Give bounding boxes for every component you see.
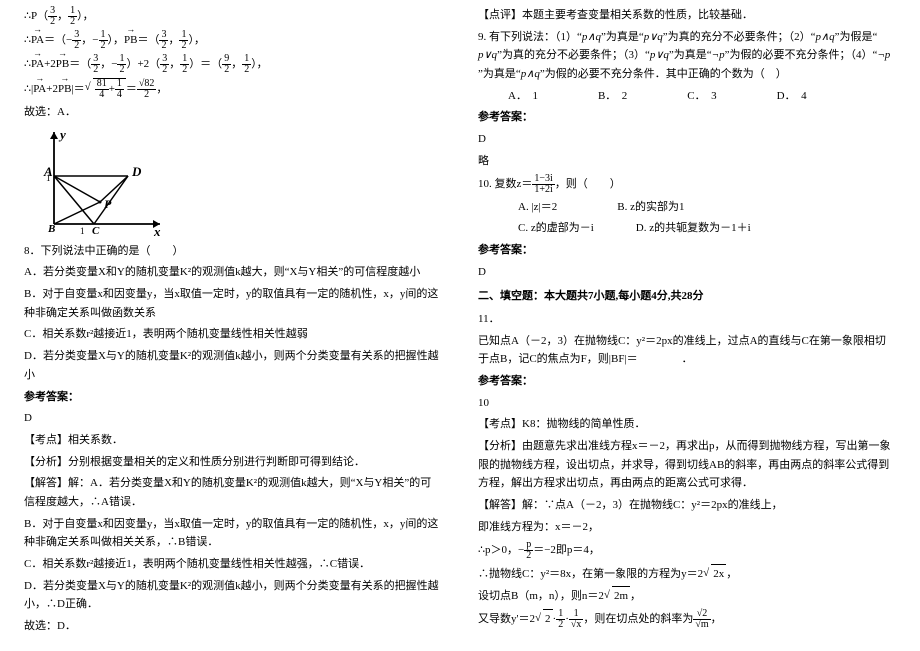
q8-stem: 8．下列说法中正确的是（ ） (24, 242, 442, 261)
q8-fenxi: 【分析】分别根据变量相关的定义和性质分别进行判断即可得到结论． (24, 453, 442, 472)
q9-opt-a: A． 1 (508, 87, 538, 106)
q8-jieda-b: B．对于自变量x和因变量y，当x取值一定时，y的取值具有一定的随机性，x，y间的… (24, 515, 442, 552)
q8-kaodian: 【考点】相关系数． (24, 431, 442, 450)
q8-answer: D (24, 409, 442, 428)
label-1-bottom: 1 (80, 226, 85, 236)
label-y: y (58, 127, 66, 142)
q10-answer-label: 参考答案： (478, 241, 896, 260)
q10-opt-d: D. z的共轭复数为－1＋i (636, 219, 751, 238)
q11-jieda-5: 设切点B（m，n），则n＝2√2m， (478, 586, 896, 606)
q8-jieda-d: D．若分类变量X与Y的随机变量K²的观测值k越小，则两个分类变量有关系的把握性越… (24, 577, 442, 614)
q8-option-d: D．若分类变量X与Y的随机变量K²的观测值k越小，则两个分类变量有关系的把握性越… (24, 347, 442, 384)
q11-jieda-4: ∴抛物线C：y²＝8x，在第一象限的方程为y＝2√2x， (478, 564, 896, 584)
q10-options-row1: A. |z|＝2 B. z的实部为1 (478, 198, 896, 217)
q11-number: 11． (478, 310, 896, 329)
q11-kaodian: 【考点】K8：抛物线的简单性质． (478, 415, 896, 434)
label-B: B (47, 223, 55, 235)
q9-options: A． 1 B． 2 C． 3 D． 4 (478, 87, 896, 106)
q10-opt-a: A. |z|＝2 (518, 198, 557, 217)
q11-fenxi: 【分析】由题意先求出准线方程x＝－2，再求出p，从而得到抛物线方程，写出第一象限… (478, 437, 896, 493)
q8-option-a: A．若分类变量X和Y的随机变量K²的观测值k越大，则“X与Y相关”的可信程度越小 (24, 263, 442, 282)
q8-option-b: B．对于自变量x和因变量y，当x取值一定时，y的取值具有一定的随机性，x，y间的… (24, 285, 442, 322)
q10-opt-b: B. z的实部为1 (617, 198, 684, 217)
q8-final: 故选：D． (24, 617, 442, 636)
q11-answer: 10 (478, 394, 896, 413)
q10-stem: 10. 复数z＝1−3i1+2i，则（ ） (478, 174, 896, 195)
q8-option-c: C．相关系数r²越接近1，表明两个随机变量线性相关性越弱 (24, 325, 442, 344)
label-D: D (131, 164, 142, 179)
q10-opt-c: C. z的虚部为－i (518, 219, 594, 238)
answer-a: 故选：A． (24, 103, 442, 122)
section-2-title: 二、填空题：本大题共7小题,每小题4分,共28分 (478, 287, 896, 306)
q11-answer-label: 参考答案： (478, 372, 896, 391)
q11-jieda-3: ∴p＞0，−p2＝−2即p＝4， (478, 540, 896, 561)
q9-opt-b: B． 2 (598, 87, 627, 106)
q8-dianping: 【点评】本题主要考查变量相关系数的性质，比较基础． (478, 6, 896, 25)
q11-jieda-2: 即准线方程为：x＝－2， (478, 518, 896, 537)
q11-jieda-1: 【解答】解：∵点A（－2，3）在抛物线C：y²＝2px的准线上， (478, 496, 896, 515)
q8-jieda-a: 【解答】解：A．若分类变量X和Y的随机变量K²的观测值k越大，则“X与Y相关”的… (24, 474, 442, 511)
p-coord: ∴P（32，12）， (24, 6, 442, 27)
q9-answer-brief: 略 (478, 152, 896, 171)
right-column: 【点评】本题主要考查变量相关系数的性质，比较基础． 9. 有下列说法：（1）“p… (460, 0, 920, 651)
label-1-left: 1 (46, 173, 51, 183)
coordinate-graph: A B C D P x y 1 1 (32, 126, 167, 236)
label-x: x (153, 224, 161, 236)
q8-jieda-c: C．相关系数r²越接近1，表明两个随机变量线性相关性越强，∴C错误． (24, 555, 442, 574)
pa-pb-vectors: ∴PA＝（−32，−12），PB＝（32，12）， (24, 30, 442, 51)
left-column: ∴P（32，12）， ∴PA＝（−32，−12），PB＝（32，12）， ∴PA… (0, 0, 460, 651)
q9-opt-d: D． 4 (777, 87, 807, 106)
vector-magnitude: ∴|PA+2PB|＝√814+14＝√822， (24, 78, 442, 100)
q8-answer-label: 参考答案： (24, 388, 442, 407)
q10-answer: D (478, 263, 896, 282)
q9-answer: D (478, 130, 896, 149)
q9-answer-label: 参考答案： (478, 108, 896, 127)
vector-sum: ∴PA+2PB＝（32，−12）+2（32，12）＝（92，12）， (24, 54, 442, 75)
q10-options-row2: C. z的虚部为－i D. z的共轭复数为－1＋i (478, 219, 896, 238)
q11-jieda-6: 又导数y'＝2√2·12·1√x，则在切点处的斜率为√2√m， (478, 609, 896, 630)
q9-stem: 9. 有下列说法：（1）“p∧q”为真是“p∨q”为真的充分不必要条件；（2）“… (478, 28, 896, 84)
q9-opt-c: C． 3 (687, 87, 716, 106)
q11-body: 已知点A（－2，3）在抛物线C：y²＝2px的准线上，过点A的直线与C在第一象限… (478, 332, 896, 369)
label-C: C (92, 225, 100, 236)
